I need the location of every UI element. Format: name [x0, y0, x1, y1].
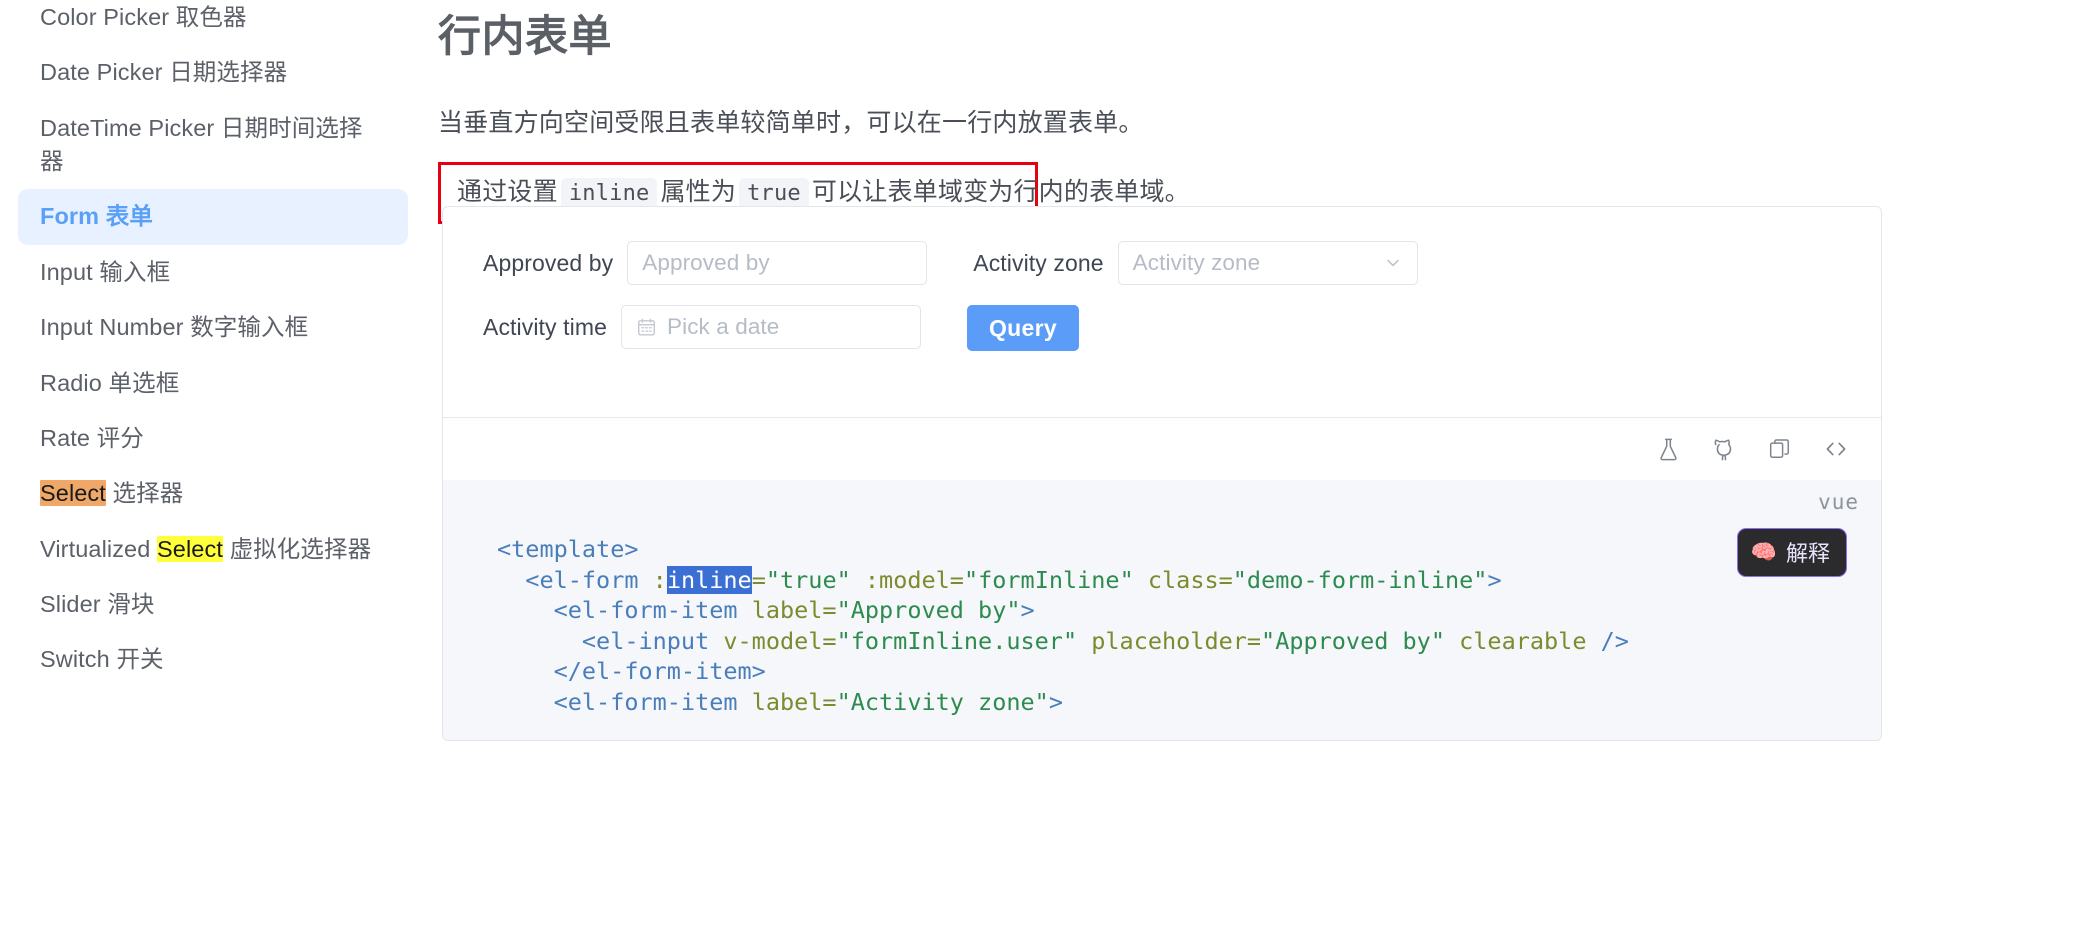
sidebar-item-6[interactable]: Radio 单选框 — [18, 356, 408, 411]
sidebar-item-2[interactable]: DateTime Picker 日期时间选择器 — [18, 101, 408, 190]
search-highlight: Select — [40, 480, 106, 507]
sidebar-item-8[interactable]: Select 选择器 — [18, 466, 408, 521]
sidebar-item-11[interactable]: Switch 开关 — [18, 632, 408, 687]
flask-icon[interactable] — [1645, 426, 1691, 472]
calendar-icon — [636, 317, 657, 338]
demo-preview: Approved by Approved by Activity zone Ac… — [443, 207, 1881, 417]
search-highlight: Select — [157, 535, 223, 562]
sidebar-item-label: Select 选择器 — [40, 480, 184, 507]
inline-form: Approved by Approved by Activity zone Ac… — [483, 241, 1841, 371]
sidebar-item-label: Radio 单选框 — [40, 369, 180, 396]
sidebar-item-9[interactable]: Virtualized Select 虚拟化选择器 — [18, 522, 408, 577]
sidebar-item-3[interactable]: Form 表单 — [18, 189, 408, 245]
sidebar-item-label: Virtualized Select 虚拟化选择器 — [40, 535, 372, 562]
page-title: 行内表单 — [438, 13, 612, 61]
form-item-approved-by: Approved by Approved by — [483, 241, 928, 285]
sidebar-item-label: Form 表单 — [40, 203, 153, 230]
code-line: <el-form-item label="Activity zone"> — [553, 687, 1063, 716]
app-root: Color Picker 取色器 Date Picker 日期选择器 DateTim… — [0, 0, 2074, 946]
label-activity-zone: Activity zone — [973, 249, 1104, 276]
sidebar-item-label: Slider 滑块 — [40, 590, 155, 617]
form-item-query: Query — [966, 305, 1079, 351]
code-icon[interactable] — [1813, 426, 1859, 472]
form-item-activity-zone: Activity zone Activity zone — [973, 241, 1418, 285]
select-activity-zone[interactable]: Activity zone — [1117, 241, 1418, 285]
label-approved-by: Approved by — [483, 249, 614, 276]
main-content: 行内表单 当垂直方向空间受限且表单较简单时，可以在一行内放置表单。 通过设置 in… — [430, 0, 2074, 946]
chevron-down-icon — [1383, 253, 1403, 273]
code-line: <el-input v-model="formInline.user" plac… — [581, 626, 1629, 655]
sidebar-item-0[interactable]: Color Picker 取色器 — [18, 0, 408, 45]
code-line: <template> — [497, 535, 639, 563]
demo-card: Approved by Approved by Activity zone Ac… — [442, 206, 1882, 741]
sidebar-item-label: Date Picker 日期选择器 — [40, 59, 288, 86]
code-language-label: vue — [1818, 490, 1859, 514]
callout-suffix: 可以让表单域变为行内的表单域。 — [811, 178, 1190, 207]
page-intro: 当垂直方向空间受限且表单较简单时，可以在一行内放置表单。 — [438, 108, 1144, 137]
code-line: </el-form-item> — [553, 657, 766, 686]
explain-button[interactable]: 🧠 解释 — [1736, 528, 1847, 577]
copy-icon[interactable] — [1757, 426, 1803, 472]
code-line: <el-form :inline="true" :model="formInli… — [525, 565, 1502, 594]
sidebar-item-label: Switch 开关 — [40, 646, 164, 673]
sidebar-item-10[interactable]: Slider 滑块 — [18, 577, 408, 632]
sidebar-item-label: DateTime Picker 日期时间选择器 — [40, 114, 363, 175]
sidebar-item-label: Input 输入框 — [40, 258, 171, 285]
select-activity-zone-placeholder: Activity zone — [1132, 250, 1261, 275]
demo-toolbar — [443, 417, 1881, 480]
sidebar-nav[interactable]: Color Picker 取色器 Date Picker 日期选择器 DateTim… — [0, 0, 430, 946]
code-selection-highlight: inline — [666, 565, 752, 594]
code-line: <el-form-item label="Approved by"> — [553, 596, 1035, 625]
sidebar-item-label: Color Picker 取色器 — [40, 4, 247, 30]
code-block: vue 🧠 解释 <template> <el-form :inline="tr… — [443, 480, 1881, 740]
doc-body: 行内表单 当垂直方向空间受限且表单较简单时，可以在一行内放置表单。 通过设置 in… — [438, 0, 2074, 224]
sidebar-item-1[interactable]: Date Picker 日期选择器 — [18, 45, 408, 100]
datepicker-placeholder: Pick a date — [666, 314, 780, 339]
explain-button-label: 解释 — [1785, 541, 1830, 566]
github-icon[interactable] — [1701, 426, 1747, 472]
sidebar-item-label: Input Number 数字输入框 — [40, 314, 309, 341]
sidebar-item-5[interactable]: Input Number 数字输入框 — [18, 300, 408, 355]
form-item-activity-time: Activity time Pick a date — [483, 305, 921, 349]
callout-prefix: 通过设置 — [457, 178, 558, 207]
sidebar-item-4[interactable]: Input 输入框 — [18, 245, 408, 300]
callout-text: 通过设置 inline 属性为 true 可以让表单域变为行内的表单域。 — [457, 175, 1190, 211]
datepicker-activity-time[interactable]: Pick a date — [620, 305, 921, 349]
input-approved-by[interactable]: Approved by — [627, 241, 928, 285]
sidebar-item-7[interactable]: Rate 评分 — [18, 411, 408, 466]
brain-icon: 🧠 — [1750, 540, 1777, 564]
sidebar-item-label: Rate 评分 — [40, 424, 144, 451]
callout-middle: 属性为 — [660, 178, 737, 207]
query-button[interactable]: Query — [966, 305, 1079, 351]
code-source[interactable]: <template> <el-form :inline="true" :mode… — [443, 494, 1881, 718]
input-approved-by-placeholder: Approved by — [642, 250, 770, 275]
label-activity-time: Activity time — [483, 313, 607, 340]
